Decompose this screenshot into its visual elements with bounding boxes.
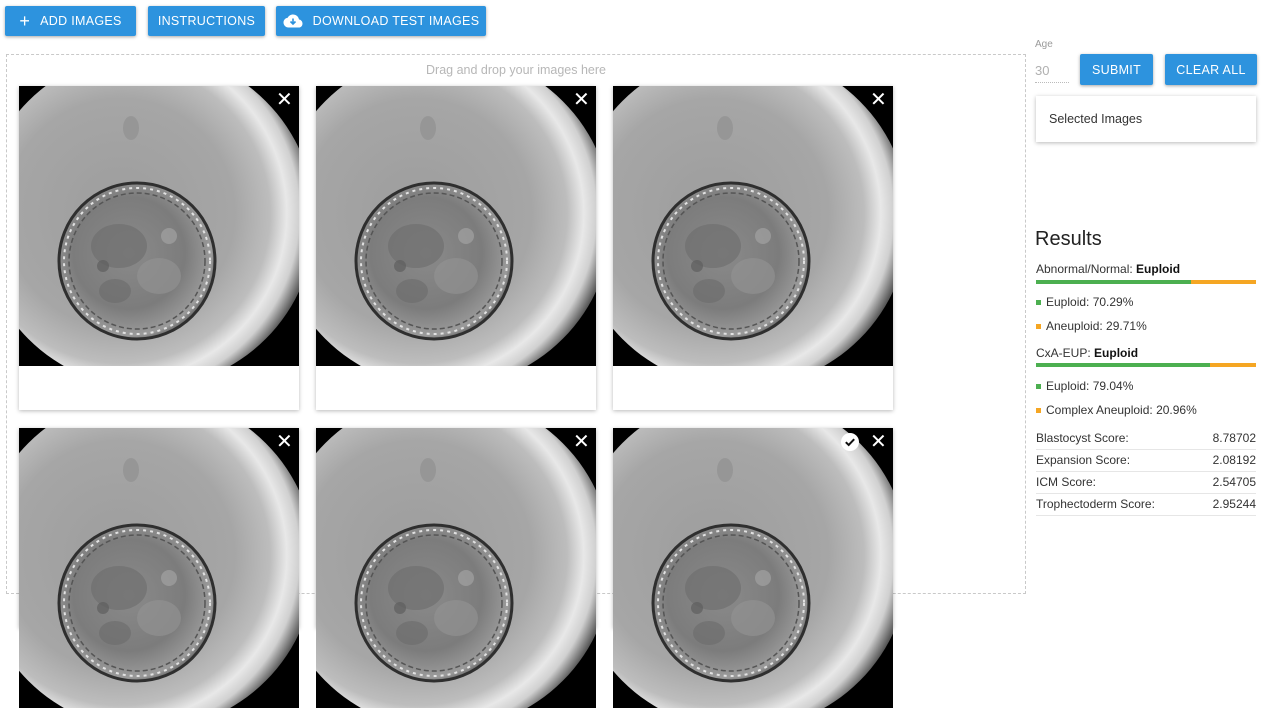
embryo-image: [613, 86, 893, 366]
download-test-images-label: DOWNLOAD TEST IMAGES: [312, 14, 480, 28]
results-title: Results: [1035, 228, 1102, 250]
abnormal-normal-verdict: Euploid: [1136, 262, 1181, 276]
image-card[interactable]: ✕: [19, 428, 299, 628]
score-label: ICM Score:: [1036, 475, 1097, 489]
clear-all-button[interactable]: CLEAR ALL: [1165, 54, 1257, 85]
instructions-label: INSTRUCTIONS: [157, 14, 256, 28]
cxa-eup-result: CxA-EUP: Euploid: [1036, 346, 1138, 360]
dropzone-hint: Drag and drop your images here: [426, 63, 606, 77]
close-icon[interactable]: ✕: [870, 90, 887, 110]
image-card[interactable]: ✕: [316, 428, 596, 628]
plus-icon: +: [19, 11, 31, 31]
submit-button[interactable]: SUBMIT: [1080, 54, 1153, 85]
image-card[interactable]: ✕: [316, 86, 596, 410]
selected-images-panel: Selected Images: [1036, 96, 1256, 142]
orange-square-icon: [1036, 323, 1041, 329]
embryo-image: [19, 86, 299, 366]
legend-item: Complex Aneuploid: 20.96%: [1036, 403, 1197, 417]
euploid-percent: Euploid: 79.04%: [1046, 379, 1134, 393]
cloud-download-icon: [283, 14, 303, 28]
score-row: Trophectoderm Score: 2.95244: [1036, 494, 1256, 516]
score-label: Expansion Score:: [1036, 453, 1131, 467]
image-card-selected[interactable]: ✕: [613, 428, 893, 628]
embryo-image: [316, 86, 596, 366]
close-icon[interactable]: ✕: [573, 90, 590, 110]
cxa-eup-label: CxA-EUP:: [1036, 346, 1091, 360]
add-images-label: ADD IMAGES: [40, 14, 122, 28]
score-value: 2.95244: [1212, 497, 1256, 511]
euploid-percent: Euploid: 70.29%: [1046, 295, 1134, 309]
clear-all-label: CLEAR ALL: [1176, 62, 1246, 77]
abnormal-normal-label: Abnormal/Normal:: [1036, 262, 1133, 276]
score-value: 2.54705: [1212, 475, 1256, 489]
score-value: 8.78702: [1212, 431, 1256, 445]
embryo-image: [613, 428, 893, 708]
cxa-eup-verdict: Euploid: [1094, 346, 1139, 360]
legend-item: Euploid: 79.04%: [1036, 379, 1133, 393]
legend-item: Aneuploid: 29.71%: [1036, 319, 1147, 333]
age-input[interactable]: [1035, 58, 1069, 83]
green-square-icon: [1036, 299, 1041, 305]
aneuploid-percent: Aneuploid: 29.71%: [1046, 319, 1147, 333]
abnormal-normal-result: Abnormal/Normal: Euploid: [1036, 262, 1180, 276]
close-icon[interactable]: ✕: [276, 432, 293, 452]
scores-table: Blastocyst Score: 8.78702 Expansion Scor…: [1036, 428, 1256, 516]
legend-item: Euploid: 70.29%: [1036, 295, 1133, 309]
cxa-eup-bar: [1036, 363, 1256, 367]
orange-square-icon: [1036, 407, 1041, 413]
image-card[interactable]: ✕: [613, 86, 893, 410]
close-icon[interactable]: ✕: [276, 90, 293, 110]
embryo-image: [19, 428, 299, 708]
instructions-button[interactable]: INSTRUCTIONS: [148, 6, 265, 36]
add-images-button[interactable]: + ADD IMAGES: [5, 6, 136, 36]
close-icon[interactable]: ✕: [573, 432, 590, 452]
embryo-image: [316, 428, 596, 708]
abnormal-normal-bar: [1036, 280, 1256, 284]
download-test-images-button[interactable]: DOWNLOAD TEST IMAGES: [276, 6, 486, 36]
score-row: Blastocyst Score: 8.78702: [1036, 428, 1256, 450]
submit-label: SUBMIT: [1091, 62, 1142, 77]
close-icon[interactable]: ✕: [870, 432, 887, 452]
selected-images-label: Selected Images: [1049, 112, 1143, 126]
score-label: Blastocyst Score:: [1036, 431, 1129, 445]
green-square-icon: [1036, 383, 1041, 389]
complex-aneuploid-percent: Complex Aneuploid: 20.96%: [1046, 403, 1197, 417]
score-row: Expansion Score: 2.08192: [1036, 450, 1256, 472]
score-row: ICM Score: 2.54705: [1036, 472, 1256, 494]
check-circle-icon[interactable]: [841, 433, 859, 451]
score-value: 2.08192: [1212, 453, 1256, 467]
age-label: Age: [1035, 39, 1053, 50]
euploid-fill: [1036, 280, 1191, 284]
euploid-fill: [1036, 363, 1210, 367]
score-label: Trophectoderm Score:: [1036, 497, 1155, 511]
image-card[interactable]: ✕: [19, 86, 299, 410]
